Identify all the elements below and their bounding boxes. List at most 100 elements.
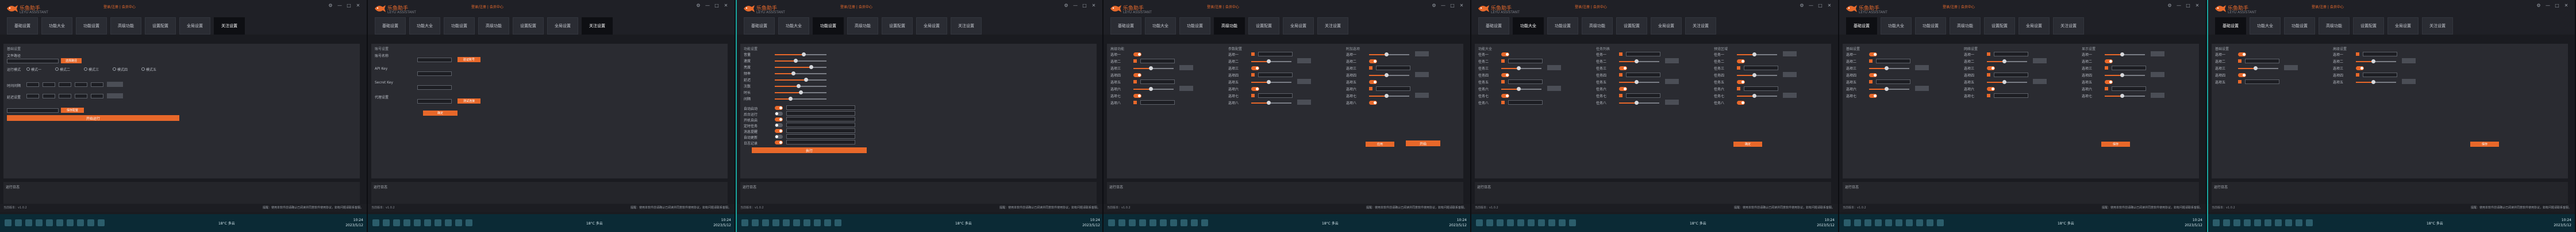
search-icon[interactable] [1118,219,1125,226]
slider-knob[interactable] [2254,66,2258,70]
row-slider[interactable] [2105,52,2145,56]
delay-input-3[interactable] [59,94,71,98]
start-icon[interactable] [2213,219,2220,226]
row-button[interactable] [1297,58,1311,63]
start-icon[interactable] [741,219,748,226]
interval-input-5[interactable] [91,82,103,87]
mode-radio-2[interactable] [55,67,59,71]
row-checkbox[interactable] [2356,73,2359,77]
app-icon[interactable] [1160,219,1167,226]
row-input[interactable] [1258,93,1293,98]
maximize-icon[interactable]: □ [346,3,352,9]
slider-knob[interactable] [794,59,798,63]
option-input-6[interactable] [786,134,855,139]
tab-7[interactable]: 关注设置 [951,17,982,35]
row-input[interactable] [1258,73,1293,77]
folder-icon[interactable] [783,219,790,226]
row-button[interactable] [1179,65,1193,70]
app-icon[interactable] [2306,219,2313,226]
maximize-icon[interactable]: □ [2554,3,2560,9]
slider-knob[interactable] [1752,73,1756,77]
tab-1[interactable]: 基础设置 [744,17,775,35]
action-button[interactable]: 保存 [2101,142,2130,147]
taskview-icon[interactable] [2233,219,2240,226]
slider-knob[interactable] [799,90,803,94]
row-button[interactable] [1415,51,1429,56]
row-button[interactable] [1665,58,1679,63]
row-slider[interactable] [2105,94,2145,98]
close-icon[interactable]: ✕ [2194,3,2200,9]
app-icon[interactable] [98,219,105,226]
tab-2[interactable]: 功能大全 [778,17,809,35]
row-checkbox[interactable] [1369,87,1372,90]
row-toggle[interactable] [1251,87,1259,91]
tab-3[interactable]: 功能设置 [2284,17,2315,35]
search-icon[interactable] [752,219,759,226]
minimize-icon[interactable]: — [337,3,343,9]
row-toggle[interactable] [2105,80,2113,84]
tab-2[interactable]: 功能大全 [41,17,72,35]
delay-apply-button[interactable] [107,93,123,98]
login-link[interactable]: 登录/注册 | 会员中心 [840,4,872,9]
slider-knob[interactable] [1885,87,1889,91]
settings-icon[interactable]: ⚙ [2536,3,2542,9]
tab-6[interactable]: 全局设置 [916,17,947,35]
maximize-icon[interactable]: □ [2185,3,2191,9]
app-icon[interactable] [2275,219,2282,226]
action-button[interactable]: 保存 [2470,142,2499,147]
tab-5[interactable]: 设置配置 [513,17,544,35]
row-toggle[interactable] [1737,59,1745,63]
path-input[interactable] [7,59,59,63]
delay-input-1[interactable] [26,94,39,98]
row-checkbox[interactable] [1251,94,1255,97]
row-toggle[interactable] [1133,52,1141,56]
settings-icon[interactable]: ⚙ [695,3,701,9]
taskview-icon[interactable] [25,219,32,226]
row-button[interactable] [1783,93,1797,98]
folder-icon[interactable] [414,219,421,226]
app-icon[interactable] [793,219,800,226]
row-checkbox[interactable] [2356,52,2359,56]
browser-icon[interactable] [1507,219,1514,226]
folder-icon[interactable] [1885,219,1892,226]
row-slider[interactable] [1619,80,1659,84]
start-button[interactable]: 开始运行 [7,115,179,121]
tab-7[interactable]: 关注设置 [582,17,613,35]
tab-2[interactable]: 功能大全 [2250,17,2281,35]
tab-2[interactable]: 功能大全 [1881,17,1912,35]
interval-input-3[interactable] [59,82,71,87]
search-icon[interactable] [1854,219,1861,226]
row-toggle[interactable] [1987,87,1995,91]
app-icon[interactable] [1201,219,1208,226]
tab-4[interactable]: 高级功能 [478,17,509,35]
slider-knob[interactable] [2371,59,2375,63]
slider-knob[interactable] [1635,59,1639,63]
secret-input[interactable] [417,85,452,90]
interval-input-2[interactable] [43,82,55,87]
row-checkbox[interactable] [1501,59,1505,63]
row-input[interactable] [2363,73,2397,77]
tab-1[interactable]: 基础设置 [1478,17,1509,35]
app-icon[interactable] [2264,219,2271,226]
interval-input-4[interactable] [75,82,87,87]
action-button[interactable]: 应用 [1366,142,1394,147]
interval-input-1[interactable] [26,82,39,87]
row-checkbox[interactable] [2105,87,2108,90]
browser-icon[interactable] [403,219,410,226]
slider-knob[interactable] [1635,80,1639,84]
settings-icon[interactable]: ⚙ [328,3,333,9]
row-checkbox[interactable] [2238,80,2241,83]
row-button[interactable] [2284,65,2298,70]
taskview-icon[interactable] [762,219,769,226]
row-slider[interactable] [1501,87,1541,91]
row-input[interactable] [1626,52,1660,56]
tab-3[interactable]: 功能设置 [813,17,844,35]
tab-2[interactable]: 功能大全 [409,17,440,35]
app-icon[interactable] [1191,219,1198,226]
row-toggle[interactable] [1369,80,1377,84]
slider-3[interactable] [775,65,826,69]
slider-knob[interactable] [1517,87,1521,91]
minimize-icon[interactable]: — [1072,3,1078,9]
minimize-icon[interactable]: — [2545,3,2551,9]
app-icon[interactable] [1528,219,1535,226]
